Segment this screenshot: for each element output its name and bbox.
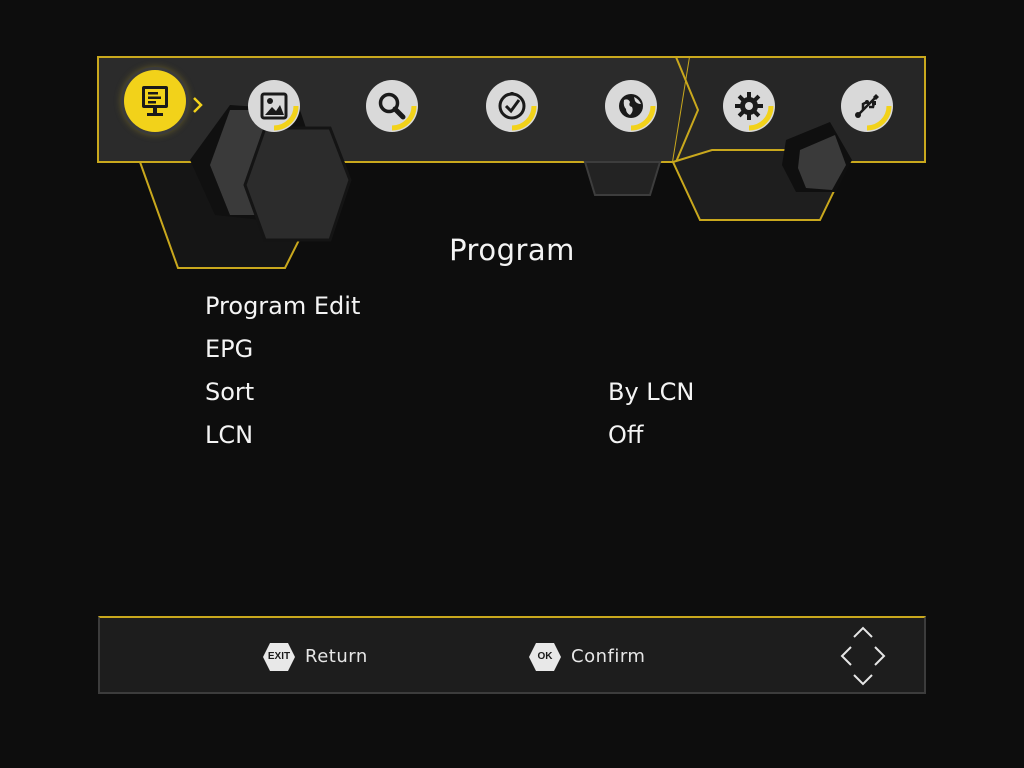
clock-icon — [498, 92, 526, 120]
search-icon — [378, 92, 406, 120]
menu-item-lcn[interactable]: LCN Off — [205, 414, 765, 457]
program-menu-list: Program Edit EPG Sort By LCN LCN Off — [205, 285, 765, 457]
menu-item-label: LCN — [205, 421, 254, 449]
lcn-value[interactable]: Off — [608, 414, 643, 457]
menu-item-label: EPG — [205, 335, 254, 363]
main-menu-tabs — [0, 0, 1024, 170]
selection-chevron-icon — [193, 97, 203, 113]
menu-screen: Program Program Edit EPG Sort By LCN LCN… — [0, 0, 1024, 768]
footer-help-bar: EXIT Return OK Confirm — [98, 616, 926, 694]
page-title: Program — [449, 233, 575, 267]
confirm-label: Confirm — [571, 646, 646, 667]
tab-picture[interactable] — [248, 80, 300, 132]
picture-icon — [260, 92, 288, 120]
tab-program[interactable] — [124, 70, 186, 132]
tv-list-icon — [142, 86, 168, 116]
menu-item-label: Sort — [205, 378, 255, 406]
usb-icon — [855, 94, 879, 118]
menu-item-epg[interactable]: EPG — [205, 328, 765, 371]
tab-search[interactable] — [366, 80, 418, 132]
sort-value[interactable]: By LCN — [608, 371, 694, 414]
exit-key-label: EXIT — [267, 651, 291, 662]
tab-option[interactable] — [605, 80, 657, 132]
return-label: Return — [305, 646, 368, 667]
menu-item-program-edit[interactable]: Program Edit — [205, 285, 765, 328]
globe-icon — [619, 94, 643, 118]
tab-usb[interactable] — [841, 80, 893, 132]
menu-item-label: Program Edit — [205, 292, 361, 320]
ok-key-icon: OK — [528, 642, 562, 672]
exit-key-icon: EXIT — [262, 642, 296, 672]
tab-system[interactable] — [723, 80, 775, 132]
ok-key-label: OK — [537, 651, 553, 662]
dpad-arrows-icon — [840, 626, 886, 686]
menu-item-sort[interactable]: Sort By LCN — [205, 371, 765, 414]
gear-icon — [735, 92, 763, 120]
tab-time[interactable] — [486, 80, 538, 132]
